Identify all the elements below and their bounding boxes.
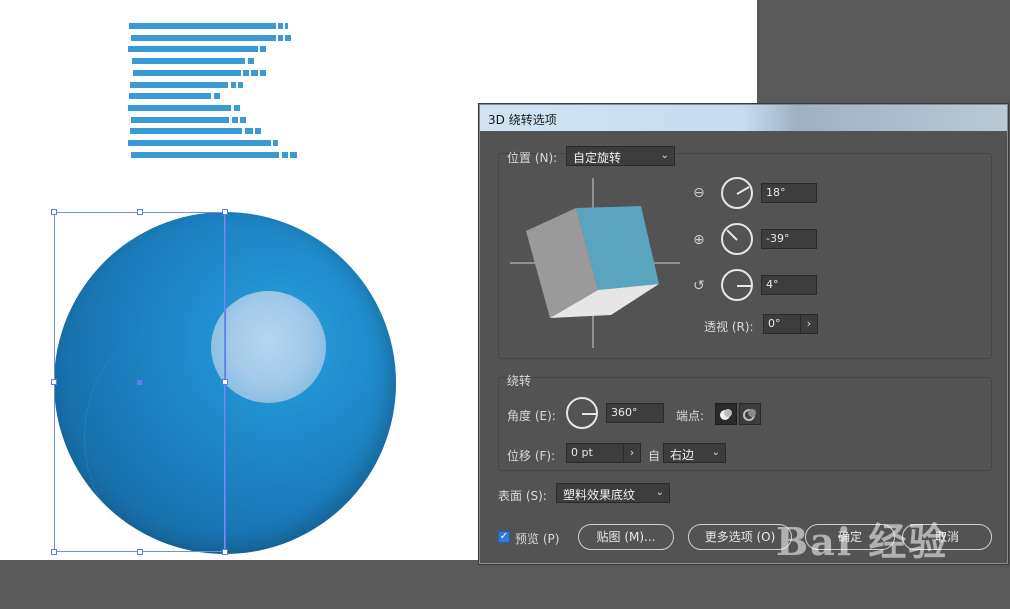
z-rotation-value: 4° [766,278,779,291]
from-label: 自 [648,449,661,463]
chevron-down-icon: ⌄ [655,487,664,498]
x-dial-needle [736,186,750,195]
surface-value: 塑料效果底纹 [563,488,636,502]
position-label: 位置 (N): [507,151,558,165]
surface-dropdown[interactable]: 塑料效果底纹 ⌄ [556,483,670,503]
rotation-track-cube[interactable] [510,178,686,348]
z-rotation-dial[interactable] [721,269,753,301]
preview-checkbox[interactable]: ✓ [498,531,510,543]
angle-dial[interactable] [566,397,598,429]
perspective-label: 透视 (R): [704,320,754,334]
cap-on-icon[interactable] [715,403,737,425]
z-dial-needle [737,285,751,287]
handle-bottom-left[interactable] [51,549,57,555]
handle-bottom-right[interactable] [222,549,228,555]
y-rotation-dial[interactable] [721,223,753,255]
perspective-field[interactable]: 0° [763,314,801,334]
handle-middle-right[interactable] [222,379,228,385]
offset-field[interactable]: 0 pt [566,443,624,463]
from-edge-value: 右边 [670,448,695,462]
perspective-value: 0° [768,317,781,330]
x-rotate-icon: ⊖ [693,185,705,201]
handle-top-right[interactable] [222,209,228,215]
preview-label: 预览 (P) [515,532,560,546]
position-preset-value: 自定旋转 [573,151,622,165]
cap-label: 端点: [676,409,705,423]
chevron-right-icon: › [629,446,635,459]
surface-label: 表面 (S): [498,489,547,503]
angle-field[interactable]: 360° [606,403,664,423]
chevron-down-icon: ⌄ [660,150,669,161]
handle-top-middle[interactable] [137,209,143,215]
position-preset-dropdown[interactable]: 自定旋转 ⌄ [566,146,675,166]
y-rotation-value: -39° [766,232,790,245]
handle-top-left[interactable] [51,209,57,215]
offset-value: 0 pt [571,446,593,459]
cube-preview [510,178,680,348]
chevron-right-icon[interactable]: › [800,314,818,334]
dialog-title: 3D 绕转选项 [488,113,557,127]
cap-off-icon[interactable] [739,403,761,425]
stripe-shapes [128,23,297,158]
y-dial-needle [726,229,738,241]
z-rotate-icon: ↺ [693,278,705,294]
angle-dial-needle [582,413,596,415]
3d-revolve-options-dialog: 3D 绕转选项 位置 (N): 自定旋转 ⌄ ⊖ 18° ⊕ -39° ↺ 4° [479,104,1008,564]
z-rotation-field[interactable]: 4° [761,275,817,295]
offset-stepper[interactable]: › [623,443,641,463]
dialog-title-bar[interactable]: 3D 绕转选项 [480,105,1007,131]
x-rotation-dial[interactable] [721,177,753,209]
from-edge-dropdown[interactable]: 右边 ⌄ [663,443,726,463]
y-rotate-icon: ⊕ [693,232,705,248]
handle-bottom-middle[interactable] [137,549,143,555]
watermark-logo: Bai 经验 [776,519,949,564]
center-point [137,380,142,385]
y-rotation-field[interactable]: -39° [761,229,817,249]
angle-label: 角度 (E): [507,409,556,423]
map-art-button[interactable]: 贴图 (M)... [578,524,674,550]
chevron-down-icon: ⌄ [711,447,720,458]
handle-middle-left[interactable] [51,379,57,385]
x-rotation-value: 18° [766,186,786,199]
revolve-section-label: 绕转 [507,374,532,388]
offset-label: 位移 (F): [507,449,556,463]
angle-value: 360° [611,406,638,419]
x-rotation-field[interactable]: 18° [761,183,817,203]
